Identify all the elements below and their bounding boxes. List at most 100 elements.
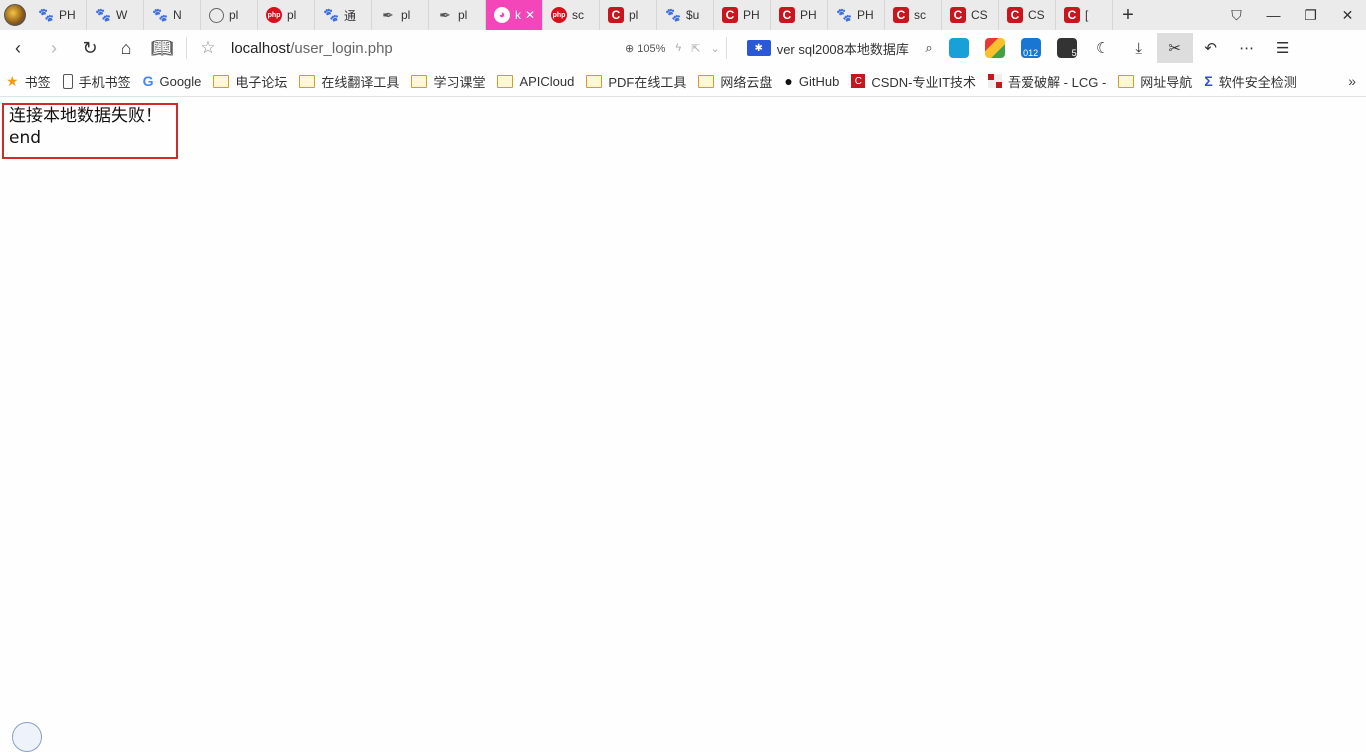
- bookmark-item[interactable]: C CSDN-专业IT技术: [845, 66, 982, 96]
- tab[interactable]: Csc: [885, 0, 942, 30]
- close-window-button[interactable]: ✕: [1329, 0, 1366, 30]
- csdn-icon: C: [608, 7, 624, 23]
- github-icon: ●: [784, 73, 793, 89]
- tab[interactable]: Cpl: [600, 0, 657, 30]
- extension-colorful[interactable]: [977, 33, 1013, 63]
- tab[interactable]: C CS: [942, 0, 999, 30]
- tab[interactable]: ◕ k ✕: [486, 0, 543, 30]
- tab[interactable]: 🐾︎ PH: [828, 0, 885, 30]
- undo-button[interactable]: ↶: [1193, 33, 1229, 63]
- bookmark-item[interactable]: 学习课堂: [405, 66, 491, 96]
- tab[interactable]: C PH: [771, 0, 828, 30]
- extension-counter[interactable]: 012: [1013, 33, 1049, 63]
- tab[interactable]: php pl: [258, 0, 315, 30]
- tab-label: N: [173, 8, 182, 22]
- tab[interactable]: ✒ pl: [372, 0, 429, 30]
- php-icon: php: [551, 7, 567, 23]
- bookmark-item[interactable]: APICloud: [491, 66, 580, 96]
- floating-assistant-icon[interactable]: [12, 722, 42, 752]
- tab-label: pl: [629, 8, 639, 22]
- forward-button[interactable]: ›: [36, 30, 72, 66]
- paw-icon: 🐾︎: [151, 6, 169, 23]
- bookmark-label: PDF在线工具: [608, 74, 687, 90]
- bookmark-label: 网址导航: [1140, 74, 1193, 90]
- bookmark-item[interactable]: PDF在线工具: [580, 66, 692, 96]
- tab-label: [: [1085, 8, 1089, 22]
- tab-label: W: [116, 8, 128, 22]
- search-box[interactable]: ✱ ver sql2008本地数据库 ⌕: [746, 34, 933, 62]
- tab[interactable]: ✒ pl: [429, 0, 486, 30]
- feather-icon: ✒: [439, 6, 451, 23]
- reload-button[interactable]: ↻: [72, 30, 108, 66]
- back-button[interactable]: ‹: [0, 30, 36, 66]
- main-menu-button[interactable]: ☰: [1265, 33, 1301, 63]
- bookmark-item[interactable]: Σ 软件安全检测: [1198, 66, 1302, 96]
- bookmark-item[interactable]: ● GitHub: [778, 66, 845, 96]
- paw-icon: 🐾︎: [37, 6, 55, 23]
- search-icon[interactable]: ⌕: [925, 40, 932, 56]
- bookmark-item[interactable]: 吾爱破解 - LCG -: [982, 66, 1112, 96]
- csdn-icon: C: [1064, 7, 1080, 23]
- paw-icon: 🐾︎: [835, 6, 853, 23]
- bookmark-item[interactable]: 在线翻译工具: [293, 66, 405, 96]
- share-icon[interactable]: ⇱: [691, 42, 700, 55]
- downloads-button[interactable]: ⤓: [1121, 33, 1157, 63]
- tab[interactable]: C CS: [999, 0, 1056, 30]
- tab[interactable]: 🐾︎ N: [144, 0, 201, 30]
- bookmark-label: 在线翻译工具: [321, 74, 400, 90]
- chevron-right-icon: ›: [51, 37, 57, 58]
- tab[interactable]: 🐾︎ W: [87, 0, 144, 30]
- chevron-down-icon[interactable]: ⌄: [710, 42, 719, 55]
- search-query: ver sql2008本地数据库: [776, 41, 909, 57]
- bookmark-item[interactable]: 网络云盘: [692, 66, 778, 96]
- csdn-icon: C: [1007, 7, 1023, 23]
- close-tab-icon[interactable]: ✕: [525, 8, 535, 22]
- reading-mode-button[interactable]: 📖︎: [144, 30, 180, 66]
- extension-notifier[interactable]: 5: [1049, 33, 1085, 63]
- csdn-icon: C: [893, 7, 909, 23]
- url-text[interactable]: localhost/user_login.php: [223, 40, 613, 57]
- lightning-icon[interactable]: ϟ: [675, 42, 681, 54]
- extension-teal[interactable]: [941, 33, 977, 63]
- csdn-icon: C: [722, 7, 738, 23]
- tab-label: PH: [59, 8, 76, 22]
- tab[interactable]: 🐾︎ $u: [657, 0, 714, 30]
- search-engine-icon[interactable]: ✱: [746, 40, 771, 56]
- browser-menu-button[interactable]: [0, 0, 30, 30]
- bookmarks-overflow-button[interactable]: »: [1348, 66, 1356, 96]
- google-icon: G: [142, 73, 154, 89]
- tab[interactable]: php sc: [543, 0, 600, 30]
- bookmark-item[interactable]: G Google: [137, 66, 208, 96]
- new-tab-button[interactable]: +: [1113, 0, 1143, 30]
- address-bar[interactable]: ☆ localhost/user_login.php: [193, 34, 613, 62]
- shirt-skin-icon[interactable]: ⛉: [1218, 0, 1255, 30]
- bookmark-item[interactable]: ★ 书签: [0, 66, 57, 96]
- zoom-indicator[interactable]: ⊕ 105%: [625, 42, 665, 55]
- url-path: /user_login.php: [290, 39, 393, 57]
- bookmark-item[interactable]: 电子论坛: [207, 66, 293, 96]
- bookmark-label: 学习课堂: [433, 74, 486, 90]
- bookmark-star-icon[interactable]: ☆: [193, 38, 223, 58]
- tab-label: sc: [572, 8, 584, 22]
- bookmark-item[interactable]: 网址导航: [1112, 66, 1198, 96]
- tab[interactable]: C[: [1056, 0, 1113, 30]
- minimize-button[interactable]: —: [1255, 0, 1292, 30]
- tab-label: PH: [743, 8, 760, 22]
- tab[interactable]: pl: [201, 0, 258, 30]
- tab[interactable]: 🐾︎ PH: [30, 0, 87, 30]
- night-mode-button[interactable]: ☾: [1085, 33, 1121, 63]
- restore-button[interactable]: ❐: [1292, 0, 1329, 30]
- teal-app-icon: [948, 38, 969, 58]
- bookmark-label: APICloud: [519, 73, 575, 89]
- tab-label: CS: [971, 8, 988, 22]
- tab-label: PH: [800, 8, 817, 22]
- screenshot-button[interactable]: ✂: [1156, 33, 1193, 63]
- tab-label: CS: [1028, 8, 1045, 22]
- tab[interactable]: 🐾︎ 通: [315, 0, 372, 30]
- tab[interactable]: C PH: [714, 0, 771, 30]
- home-button[interactable]: ⌂: [108, 30, 144, 66]
- tab-label: pl: [229, 8, 239, 22]
- more-button[interactable]: ⋯: [1229, 33, 1265, 63]
- bookmark-item[interactable]: 手机书签: [57, 66, 137, 96]
- book-icon: 📖︎: [150, 37, 174, 58]
